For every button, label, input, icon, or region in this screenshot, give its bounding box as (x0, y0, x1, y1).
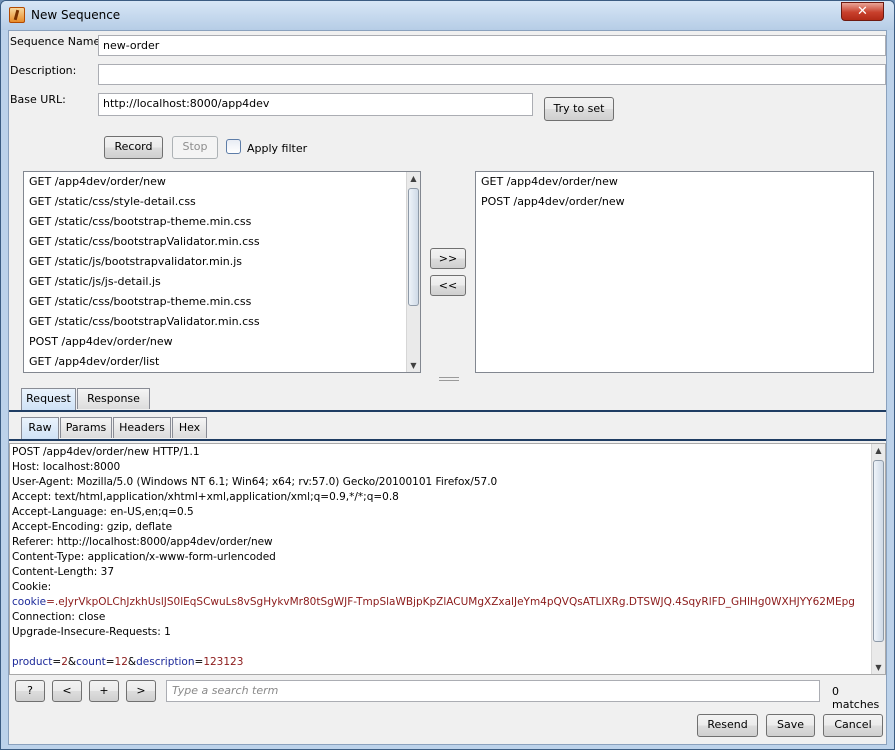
search-input[interactable]: Type a search term (166, 680, 820, 702)
description-label: Description: (10, 64, 77, 77)
request-header-lines: POST /app4dev/order/new HTTP/1.1 Host: lo… (10, 445, 885, 595)
description-field[interactable] (98, 64, 886, 85)
captured-requests-items: GET /app4dev/order/new GET /static/css/st… (24, 172, 420, 372)
request-line: Accept-Encoding: gzip, deflate (12, 521, 173, 533)
raw-request-editor[interactable]: POST /app4dev/order/new HTTP/1.1 Host: lo… (9, 443, 886, 675)
editor-scroll-up-icon[interactable]: ▲ (872, 444, 885, 457)
cancel-button[interactable]: Cancel (823, 714, 883, 737)
apply-filter-checkbox[interactable] (226, 139, 241, 154)
list-item[interactable]: GET /static/js/bootstrapvalidator.min.js (24, 252, 420, 272)
list-item[interactable]: POST /app4dev/order/new (24, 332, 420, 352)
captured-list-scrollbar[interactable]: ▲ ▼ (406, 172, 420, 372)
record-button[interactable]: Record (104, 136, 163, 159)
list-item[interactable]: GET /app4dev/order/list (24, 352, 420, 372)
window-title: New Sequence (31, 8, 121, 22)
scroll-up-icon[interactable]: ▲ (407, 172, 420, 185)
stop-button: Stop (172, 136, 218, 159)
tab-params[interactable]: Params (60, 417, 112, 438)
try-to-set-button[interactable]: Try to set (544, 97, 614, 121)
cookie-line: cookie=.eJyrVkpOLChJzkhUslJS0lEqSCwuLs8v… (12, 596, 855, 608)
apply-filter-label: Apply filter (247, 142, 308, 155)
captured-requests-list[interactable]: GET /app4dev/order/new GET /static/css/st… (23, 171, 421, 373)
list-item[interactable]: GET /static/js/js-detail.js (24, 272, 420, 292)
add-search-button[interactable]: + (89, 680, 119, 702)
list-item[interactable]: GET /app4dev/order/new (476, 172, 873, 192)
list-item[interactable]: POST /app4dev/order/new (476, 192, 873, 212)
dialog-content: Sequence Name: new-order Description: Ba… (8, 30, 887, 745)
save-button[interactable]: Save (766, 714, 815, 737)
request-response-tabs: Request Response (21, 388, 321, 410)
match-count: 0 matches (832, 685, 880, 711)
previous-match-button[interactable]: < (52, 680, 82, 702)
list-item[interactable]: GET /static/css/bootstrap-theme.min.css (24, 292, 420, 312)
close-button[interactable]: ✕ (841, 2, 884, 21)
scroll-down-icon[interactable]: ▼ (407, 359, 420, 372)
request-line: Accept: text/html,application/xhtml+xml,… (12, 491, 399, 503)
base-url-label: Base URL: (10, 93, 66, 106)
splitter-handle[interactable] (439, 377, 459, 381)
tab-hex[interactable]: Hex (172, 417, 207, 438)
resend-button[interactable]: Resend (697, 714, 758, 737)
sequence-name-field[interactable]: new-order (98, 35, 886, 56)
tab-raw[interactable]: Raw (21, 417, 59, 439)
sequence-requests-list[interactable]: GET /app4dev/order/new POST /app4dev/orde… (475, 171, 874, 373)
tab-divider (9, 410, 886, 412)
help-button[interactable]: ? (15, 680, 45, 702)
list-item[interactable]: GET /static/css/style-detail.css (24, 192, 420, 212)
next-match-button[interactable]: > (126, 680, 156, 702)
request-line: Cookie: (12, 581, 52, 593)
tab-request[interactable]: Request (21, 388, 76, 410)
request-line: Upgrade-Insecure-Requests: 1 (12, 626, 171, 638)
inner-tab-divider (9, 439, 886, 441)
editor-scroll-thumb[interactable] (873, 460, 884, 642)
remove-from-sequence-button[interactable]: << (430, 275, 466, 296)
editor-scroll-down-icon[interactable]: ▼ (872, 661, 885, 674)
add-to-sequence-button[interactable]: >> (430, 248, 466, 269)
tab-response[interactable]: Response (77, 388, 150, 409)
list-item[interactable]: GET /static/css/bootstrapValidator.min.c… (24, 312, 420, 332)
list-item[interactable]: GET /app4dev/order/new (24, 172, 420, 192)
scroll-thumb[interactable] (408, 188, 419, 306)
request-line: Accept-Language: en-US,en;q=0.5 (12, 506, 194, 518)
request-line: Content-Type: application/x-www-form-url… (12, 551, 276, 563)
base-url-field[interactable]: http://localhost:8000/app4dev (98, 93, 533, 116)
request-body-line: product=2&count=12&description=123123 (12, 656, 244, 668)
title-bar: New Sequence ✕ (1, 1, 894, 30)
request-line: Host: localhost:8000 (12, 461, 121, 473)
editor-scrollbar[interactable]: ▲ ▼ (871, 444, 885, 674)
sequence-requests-items: GET /app4dev/order/new POST /app4dev/orde… (476, 172, 873, 212)
request-line: POST /app4dev/order/new HTTP/1.1 (12, 446, 200, 458)
new-sequence-window: New Sequence ✕ Sequence Name: new-order … (0, 0, 895, 750)
app-icon (9, 7, 25, 23)
request-line: Content-Length: 37 (12, 566, 115, 578)
request-line: Referer: http://localhost:8000/app4dev/o… (12, 536, 273, 548)
request-line: User-Agent: Mozilla/5.0 (Windows NT 6.1;… (12, 476, 498, 488)
list-item[interactable]: GET /static/css/bootstrap-theme.min.css (24, 212, 420, 232)
request-view-tabs: Raw Params Headers Hex (21, 417, 321, 439)
request-line: Connection: close (12, 611, 106, 623)
list-item[interactable]: GET /static/css/bootstrapValidator.min.c… (24, 232, 420, 252)
tab-headers[interactable]: Headers (113, 417, 171, 438)
request-trailing-lines: Connection: close Upgrade-Insecure-Reques… (10, 610, 885, 640)
sequence-name-label: Sequence Name: (10, 35, 104, 48)
